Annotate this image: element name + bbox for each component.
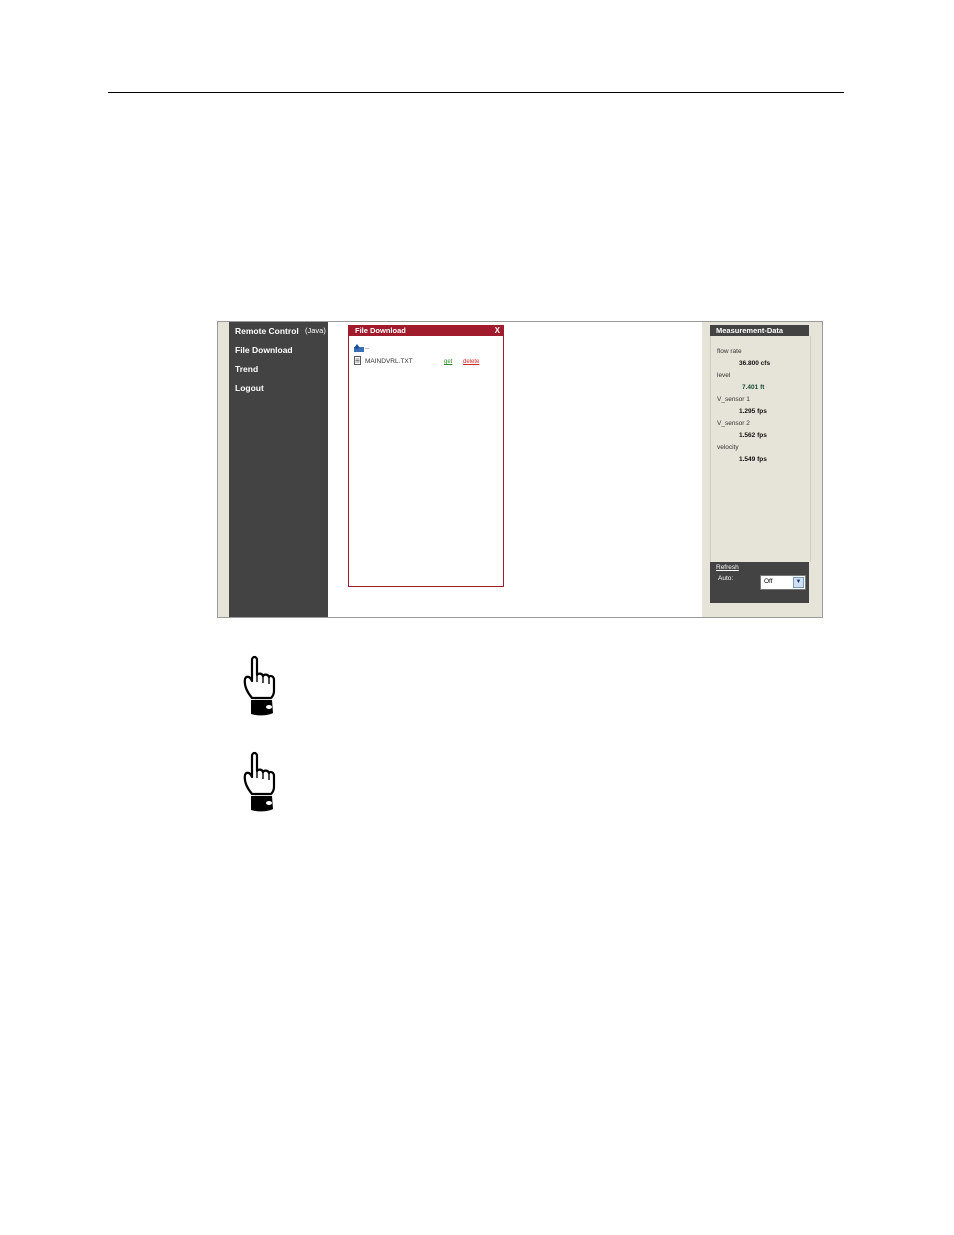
measurement-label: level bbox=[717, 372, 731, 379]
sidebar-item-label: Logout bbox=[235, 383, 264, 393]
sidebar: Remote Control (Java) File Download Tren… bbox=[229, 322, 328, 617]
auto-refresh-value: Off bbox=[764, 578, 773, 585]
dialog-header: File Download X bbox=[349, 326, 503, 336]
left-border-strip bbox=[218, 322, 229, 617]
sidebar-item-label: Trend bbox=[235, 364, 259, 374]
measurement-label: V_sensor 2 bbox=[717, 420, 750, 427]
chevron-down-icon[interactable]: ▼ bbox=[793, 577, 804, 588]
delete-link[interactable]: delete bbox=[463, 359, 479, 365]
pointing-hand-icon bbox=[243, 655, 276, 716]
parent-directory-label[interactable]: .. bbox=[365, 344, 369, 351]
sidebar-item-java-note: (Java) bbox=[305, 326, 326, 335]
close-button[interactable]: X bbox=[495, 326, 500, 336]
file-name: MAINDVRL.TXT bbox=[365, 358, 413, 365]
measurement-panel: Measurement-Data flow rate 36.800 cfs le… bbox=[702, 322, 822, 617]
web-interface-screenshot: Remote Control (Java) File Download Tren… bbox=[217, 321, 823, 618]
measurement-value: 36.800 cfs bbox=[739, 360, 771, 367]
measurement-value: 1.549 fps bbox=[739, 456, 767, 463]
file-download-dialog: File Download X .. MAINDVRL.TXT get dele… bbox=[348, 325, 504, 587]
measurement-list: flow rate 36.800 cfs level 7.401 ft V_se… bbox=[710, 336, 811, 562]
sidebar-item-label: Remote Control bbox=[235, 326, 299, 336]
pointing-hand-icon bbox=[243, 751, 276, 812]
refresh-box: Refresh Auto: Off ▼ bbox=[710, 562, 809, 603]
sidebar-item-logout[interactable]: Logout bbox=[235, 383, 264, 393]
measurement-label: velocity bbox=[717, 444, 739, 451]
measurement-value: 7.401 ft bbox=[742, 384, 765, 391]
refresh-link[interactable]: Refresh bbox=[716, 564, 739, 571]
measurement-value: 1.295 fps bbox=[739, 408, 767, 415]
measurement-title: Measurement-Data bbox=[716, 326, 784, 335]
sidebar-item-trend[interactable]: Trend bbox=[235, 364, 258, 374]
get-link[interactable]: get bbox=[444, 359, 452, 365]
measurement-label: V_sensor 1 bbox=[717, 396, 750, 403]
sidebar-item-file-download[interactable]: File Download bbox=[235, 345, 293, 355]
measurement-label: flow rate bbox=[717, 348, 742, 355]
measurement-value: 1.562 fps bbox=[739, 432, 767, 439]
dialog-title: File Download bbox=[355, 326, 406, 335]
auto-label: Auto: bbox=[718, 575, 734, 582]
measurement-header: Measurement-Data bbox=[710, 325, 809, 336]
sidebar-item-remote-control[interactable]: Remote Control bbox=[235, 326, 299, 336]
text-file-icon bbox=[354, 356, 361, 365]
auto-refresh-select[interactable]: Off ▼ bbox=[760, 575, 806, 590]
header-rule bbox=[108, 92, 844, 93]
folder-up-icon[interactable] bbox=[353, 343, 365, 352]
sidebar-item-label: File Download bbox=[235, 345, 293, 355]
